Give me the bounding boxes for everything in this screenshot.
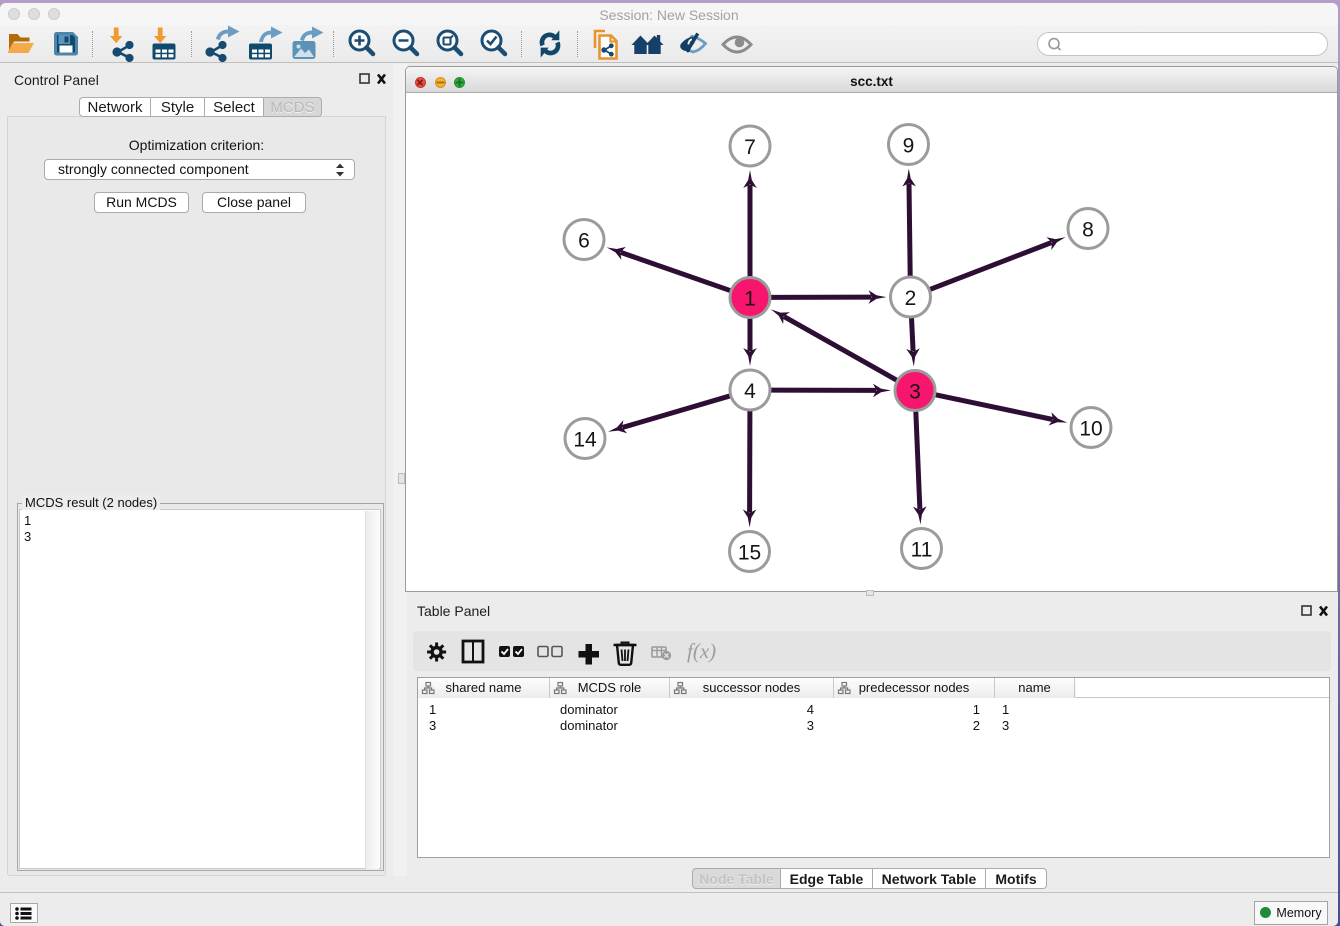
svg-text:f(x): f(x): [687, 639, 716, 663]
